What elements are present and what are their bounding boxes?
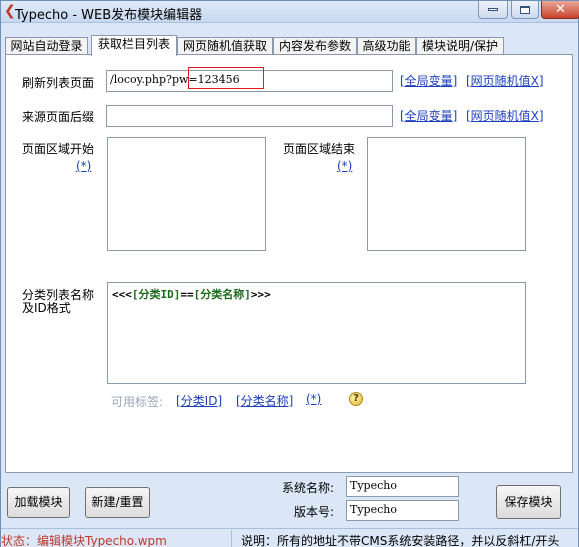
status-bar: 状态：编辑模块Typecho.wpm 说明：所有的地址不带CMS系统安装路径，并… [1, 528, 578, 547]
random-value-link-2[interactable]: [网页随机值X] [466, 107, 544, 124]
region-end-star-link[interactable]: (*) [337, 159, 352, 173]
format-prefix: <<< [112, 288, 132, 301]
format-textarea[interactable]: <<<[分类ID]==[分类名称]>>> [107, 282, 526, 384]
format-label-line2: 及ID格式 [22, 301, 71, 315]
close-icon: ✕ [555, 2, 566, 17]
region-end-label: 页面区域结束 [283, 142, 356, 156]
tab-module-info[interactable]: 模块说明/保护 [416, 37, 504, 55]
format-name-tag: [分类名称] [193, 288, 251, 301]
minimize-icon [488, 8, 498, 11]
tab-publish-params[interactable]: 内容发布参数 [273, 37, 357, 55]
tag-category-name-link[interactable]: [分类名称] [236, 392, 293, 409]
format-code: <<<[分类ID]==[分类名称]>>> [112, 286, 271, 302]
save-module-button[interactable]: 保存模块 [496, 485, 561, 519]
available-tags-label: 可用标签: [111, 395, 164, 409]
tab-site-login[interactable]: 网站自动登录 [5, 37, 88, 55]
editor-window: ❮ Typecho - WEB发布模块编辑器 ✕ 网站自动登录 获取栏目列表 网… [0, 0, 579, 547]
version-label: 版本号: [294, 505, 335, 519]
version-input[interactable]: Typecho [346, 500, 459, 521]
category-list-panel: 刷新列表页面 /locoy.php?pw=123456 [全局变量] [网页随机… [5, 54, 573, 473]
status-note: 说明：所有的地址不带CMS系统安装路径，并以反斜杠/开头 [241, 534, 560, 547]
tab-advanced[interactable]: 高级功能 [357, 37, 416, 55]
status-text: 状态：编辑模块Typecho.wpm [1, 534, 167, 547]
region-start-star-link[interactable]: (*) [76, 159, 91, 173]
system-name-label: 系统名称: [282, 481, 335, 495]
region-start-textarea[interactable] [107, 137, 266, 251]
new-reset-button[interactable]: 新建/重置 [85, 487, 150, 518]
format-sep: == [180, 288, 194, 301]
maximize-icon [520, 5, 530, 14]
region-end-textarea[interactable] [367, 137, 526, 251]
minimize-button[interactable] [478, 1, 508, 19]
region-start-label: 页面区域开始 [22, 142, 95, 156]
source-suffix-label: 来源页面后缀 [22, 110, 95, 124]
help-icon[interactable]: ? [349, 392, 363, 406]
load-module-button[interactable]: 加载模块 [7, 487, 70, 518]
maximize-button[interactable] [511, 1, 539, 19]
global-variable-link-2[interactable]: [全局变量] [400, 107, 457, 124]
tag-category-id-link[interactable]: [分类ID] [176, 392, 222, 409]
random-value-link[interactable]: [网页随机值X] [466, 72, 544, 89]
tab-category-list[interactable]: 获取栏目列表 [91, 35, 177, 56]
title-bar[interactable]: ❮ Typecho - WEB发布模块编辑器 ✕ [1, 1, 579, 23]
format-id-tag: [分类ID] [131, 288, 181, 301]
tag-star-link[interactable]: (*) [306, 392, 321, 406]
system-name-input[interactable]: Typecho [346, 476, 459, 497]
format-suffix: >>> [250, 288, 271, 301]
highlight-box [188, 67, 264, 89]
tab-random-value[interactable]: 网页随机值获取 [177, 37, 273, 55]
status-divider [231, 530, 232, 547]
refresh-page-label: 刷新列表页面 [22, 76, 95, 90]
global-variable-link[interactable]: [全局变量] [400, 72, 457, 89]
close-button[interactable]: ✕ [541, 1, 579, 19]
window-title: Typecho - WEB发布模块编辑器 [15, 8, 203, 23]
source-suffix-input[interactable] [106, 105, 393, 127]
